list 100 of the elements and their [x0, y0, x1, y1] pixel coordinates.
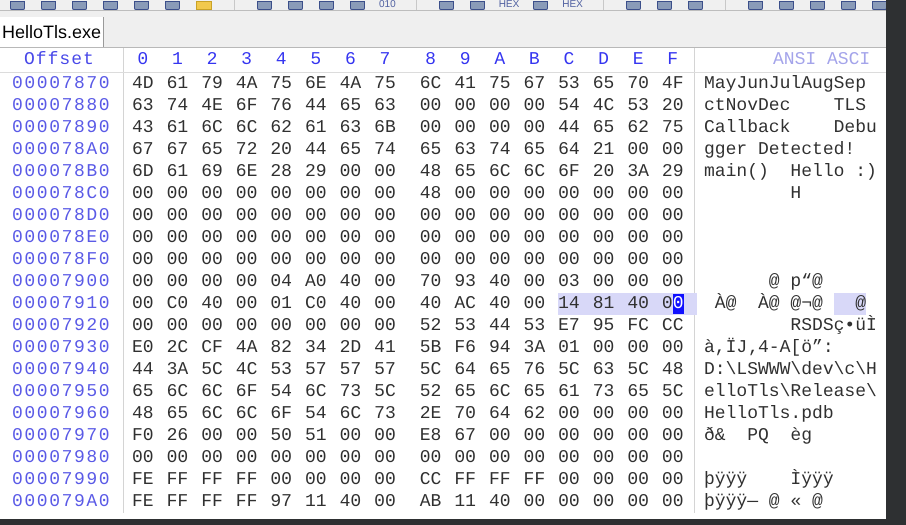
toolbar-icon[interactable] [872, 1, 886, 10]
hex-byte: 00 [488, 94, 511, 118]
hex-byte: 00 [374, 204, 396, 228]
toolbar-icon[interactable] [688, 1, 703, 10]
toolbar-icon[interactable] [103, 1, 118, 10]
hex-byte: 73 [340, 380, 362, 404]
toolbar-icon[interactable] [810, 1, 825, 10]
hex-byte: 00 [558, 248, 580, 272]
toolbar-icon[interactable] [288, 1, 303, 10]
hex-byte: 73 [592, 380, 614, 404]
hex-byte: 00 [340, 314, 362, 338]
hex-byte: 57 [374, 358, 396, 382]
hex-byte: 00 [488, 204, 511, 228]
toolbar-icon[interactable] [470, 1, 485, 10]
hex-byte: E7 [558, 314, 580, 338]
hex-byte: 03 [558, 270, 580, 294]
hex-byte: 65 [420, 138, 442, 162]
ansi-text: @ p“@ [768, 271, 823, 293]
hex-byte: 00 [662, 204, 684, 228]
hex-byte: 65 [488, 358, 511, 382]
hex-byte: 00 [454, 94, 476, 118]
hex-byte: 67 [454, 424, 476, 448]
hex-byte: 00 [236, 314, 258, 338]
hex-byte: 00 [524, 94, 546, 118]
hex-byte: 41 [374, 336, 396, 360]
hex-byte: 00 [627, 138, 649, 162]
hex-byte: FC [627, 314, 649, 338]
hex-byte: 40 [488, 292, 511, 316]
hex-byte: 00 [662, 336, 684, 360]
hex-byte: CF [201, 336, 223, 360]
hex-byte: 00 [304, 446, 327, 470]
toolbar-icon[interactable] [257, 1, 272, 10]
hex-byte: 00 [454, 116, 476, 140]
file-tab[interactable]: HelloTls.exe [0, 17, 104, 47]
hex-byte: 5C [201, 358, 223, 382]
hex-byte: 00 [236, 424, 258, 448]
hex-byte: 00 [236, 204, 258, 228]
toolbar-icon[interactable] [533, 1, 548, 10]
hex-byte: 00 [340, 424, 362, 448]
hex-byte: 75 [374, 72, 396, 96]
hex-byte: 94 [488, 336, 511, 360]
hex-byte: 67 [166, 138, 188, 162]
hex-byte: 00 [166, 270, 188, 294]
toolbar-icon[interactable] [165, 1, 180, 10]
toolbar-icon[interactable] [840, 1, 856, 10]
hex-byte: 6C [420, 72, 442, 96]
hex-byte: 00 [662, 248, 684, 272]
hex-byte: 5C [558, 358, 580, 382]
hex-byte: FF [236, 468, 258, 492]
hex-byte: 63 [132, 94, 154, 118]
hex-byte: 61 [166, 116, 188, 140]
toolbar-icon[interactable] [748, 1, 763, 10]
hex-byte: 00 [304, 468, 327, 492]
hex-byte: 00 [524, 204, 546, 228]
hex-byte: 6C [340, 402, 362, 426]
hex-byte: 00 [166, 314, 188, 338]
hex-byte: 65 [132, 380, 154, 404]
toolbar-icon[interactable] [72, 1, 87, 10]
hex-byte: 00 [201, 424, 223, 448]
hex-byte: 00 [374, 468, 396, 492]
hex-byte: 00 [374, 248, 396, 272]
toolbar-icon[interactable] [10, 1, 25, 10]
hex-byte: FF [166, 468, 188, 492]
toolbar-icon[interactable] [778, 1, 794, 10]
hex-byte: 00 [132, 248, 154, 272]
hex-byte: 75 [662, 116, 684, 140]
hex-byte: 00 [662, 292, 684, 316]
hex-byte: CC [662, 314, 684, 338]
toolbar-icon[interactable] [319, 1, 334, 10]
hex-byte: 70 [627, 72, 649, 96]
column-header: 9 [458, 48, 472, 72]
hex-byte: 67 [524, 72, 546, 96]
hex-byte: 00 [592, 204, 614, 228]
hex-byte: 00 [270, 182, 292, 206]
hex-byte: 3A [524, 336, 546, 360]
hex-byte: 00 [132, 314, 154, 338]
hex-byte: 00 [488, 182, 511, 206]
toolbar-icon[interactable] [626, 1, 641, 10]
hex-byte: 6F [558, 160, 580, 184]
hex-byte: 65 [592, 72, 614, 96]
toolbar-icon[interactable] [350, 1, 365, 10]
hex-byte: 5B [420, 336, 442, 360]
hex-byte: 00 [340, 204, 362, 228]
hex-byte: 00 [201, 248, 223, 272]
toolbar-icon[interactable] [134, 1, 149, 10]
hex-byte: 00 [524, 446, 546, 470]
hex-byte: 00 [627, 182, 649, 206]
toolbar-icon[interactable] [656, 1, 672, 10]
hex-byte: 00 [627, 424, 649, 448]
hex-byte: 53 [627, 94, 649, 118]
hex-byte: 00 [592, 402, 614, 426]
hex-byte: 00 [558, 468, 580, 492]
hex-byte: 00 [662, 402, 684, 426]
toolbar-icon[interactable] [41, 1, 56, 10]
hex-byte: 00 [558, 204, 580, 228]
hex-byte: 53 [524, 314, 546, 338]
hex-byte: 26 [166, 424, 188, 448]
toolbar-icon[interactable] [438, 1, 454, 10]
hex-byte: 00 [488, 226, 511, 250]
offset-label: 000078A0 [12, 138, 112, 162]
